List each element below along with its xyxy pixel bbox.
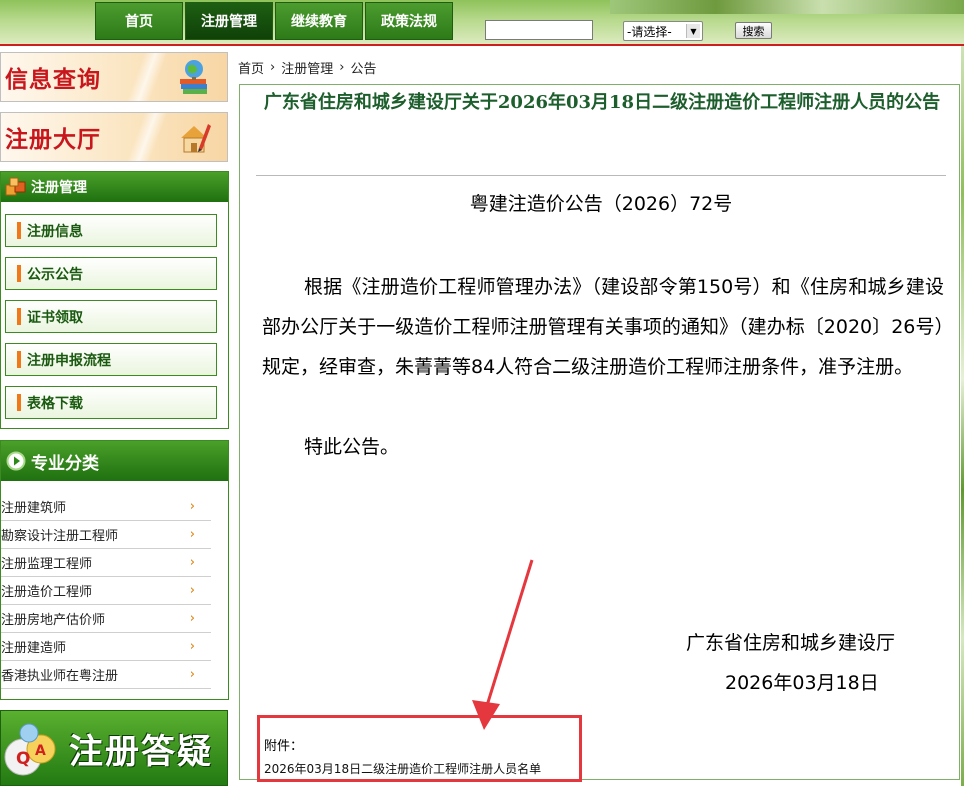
registration-qa-banner[interactable]: Q A 注册答疑 [0,710,228,786]
chevron-right-icon: › [270,60,276,75]
mgmt-item-label: 注册申报流程 [27,352,111,369]
top-nav: 首页 注册管理 继续教育 政策法规 [95,2,455,40]
registration-hall-banner[interactable]: 注册大厅 [0,112,228,162]
registration-hall-label: 注册大厅 [5,126,101,153]
chevron-right-icon: › [189,639,195,654]
select-value: -请选择- [627,24,672,39]
boxes-icon [5,176,27,198]
mgmt-item-certificate[interactable]: 证书领取 [5,300,217,333]
chevron-right-icon: › [189,555,195,570]
breadcrumb-current: 公告 [350,62,377,77]
categories-header: 专业分类 [1,441,228,481]
signature-date: 2026年03月18日 [725,672,879,694]
header-divider [0,44,964,46]
attachment-link[interactable]: 2026年03月18日二级注册造价工程师注册人员名单 [264,760,541,777]
banner-scenery [610,0,964,14]
globe-books-icon [177,58,211,96]
mgmt-item-process[interactable]: 注册申报流程 [5,343,217,376]
article-closing: 特此公告。 [304,436,400,458]
mgmt-item-label: 证书领取 [27,309,83,326]
search-input[interactable] [485,20,593,40]
chevron-right-icon: › [189,667,195,682]
category-label: 注册建造师 [1,641,67,656]
category-item[interactable]: 注册建造师 › [1,633,211,661]
title-divider [256,175,946,176]
category-item[interactable]: 注册建筑师 › [1,493,211,521]
category-label: 勘察设计注册工程师 [1,529,119,544]
mgmt-item-label: 表格下载 [27,395,83,412]
panel-header: 注册管理 [1,172,228,202]
mgmt-item-info[interactable]: 注册信息 [5,214,217,247]
mgmt-item-announcements[interactable]: 公示公告 [5,257,217,290]
categories-panel: 专业分类 注册建筑师 › 勘察设计注册工程师 › 注册监理工程师 › 注册造价工程师 ›… [0,440,229,700]
qa-bubbles-icon: Q A [1,719,67,785]
mgmt-item-label: 公示公告 [27,266,83,283]
categories-title: 专业分类 [31,453,99,474]
category-label: 香港执业师在粤注册 [1,669,119,684]
article-body: 根据《注册造价工程师管理办法》（建设部令第150号）和《住房和城乡建设部办公厅关… [262,276,944,378]
registration-qa-label: 注册答疑 [69,731,213,772]
document-number: 粤建注造价公告（2026）72号 [469,193,733,215]
nav-item-policy[interactable]: 政策法规 [365,2,453,40]
chevron-right-icon: › [189,499,195,514]
signature-organization: 广东省住房和城乡建设厅 [686,632,896,654]
play-circle-icon [5,450,27,472]
category-item[interactable]: 注册监理工程师 › [1,549,211,577]
chevron-right-icon: › [189,527,195,542]
breadcrumb-registration[interactable]: 注册管理 [281,58,333,77]
category-label: 注册监理工程师 [1,557,93,572]
category-label: 注册造价工程师 [1,585,93,600]
category-item[interactable]: 香港执业师在粤注册 › [1,661,211,689]
qa-badge-letter: A [35,743,46,759]
qa-badge-letter: Q [16,749,30,769]
breadcrumb-home[interactable]: 首页 [238,58,264,77]
attachment-label: 附件： [264,739,304,754]
search-button[interactable]: 搜索 [735,22,772,39]
chevron-right-icon: › [339,60,345,75]
mgmt-item-forms[interactable]: 表格下载 [5,386,217,419]
nav-item-education[interactable]: 继续教育 [275,2,363,40]
page-root: 首页 注册管理 继续教育 政策法规 -请选择- ▼ 搜索 信息查询 注册大厅 注… [0,0,964,786]
registration-management-panel: 注册管理 注册信息 公示公告 证书领取 注册申报流程 表格下载 [0,171,229,429]
mgmt-item-label: 注册信息 [27,223,83,240]
breadcrumb: 首页 › 注册管理 › 公告 [238,58,376,77]
category-item[interactable]: 勘察设计注册工程师 › [1,521,211,549]
chevron-right-icon: › [189,583,195,598]
category-item[interactable]: 注册房地产估价师 › [1,605,211,633]
house-pencil-icon [177,118,211,156]
article-title: 广东省住房和城乡建设厅关于2026年03月18日二级注册造价工程师注册人员的公告 [263,92,941,113]
category-label: 注册建筑师 [1,501,67,516]
chevron-down-icon: ▼ [686,24,700,38]
info-query-banner[interactable]: 信息查询 [0,52,228,102]
info-query-label: 信息查询 [5,66,101,93]
category-select[interactable]: -请选择- ▼ [623,21,703,41]
nav-item-registration[interactable]: 注册管理 [185,2,273,40]
category-label: 注册房地产估价师 [1,613,106,628]
panel-title: 注册管理 [31,180,87,196]
chevron-right-icon: › [189,611,195,626]
nav-item-home[interactable]: 首页 [95,2,183,40]
category-item[interactable]: 注册造价工程师 › [1,577,211,605]
